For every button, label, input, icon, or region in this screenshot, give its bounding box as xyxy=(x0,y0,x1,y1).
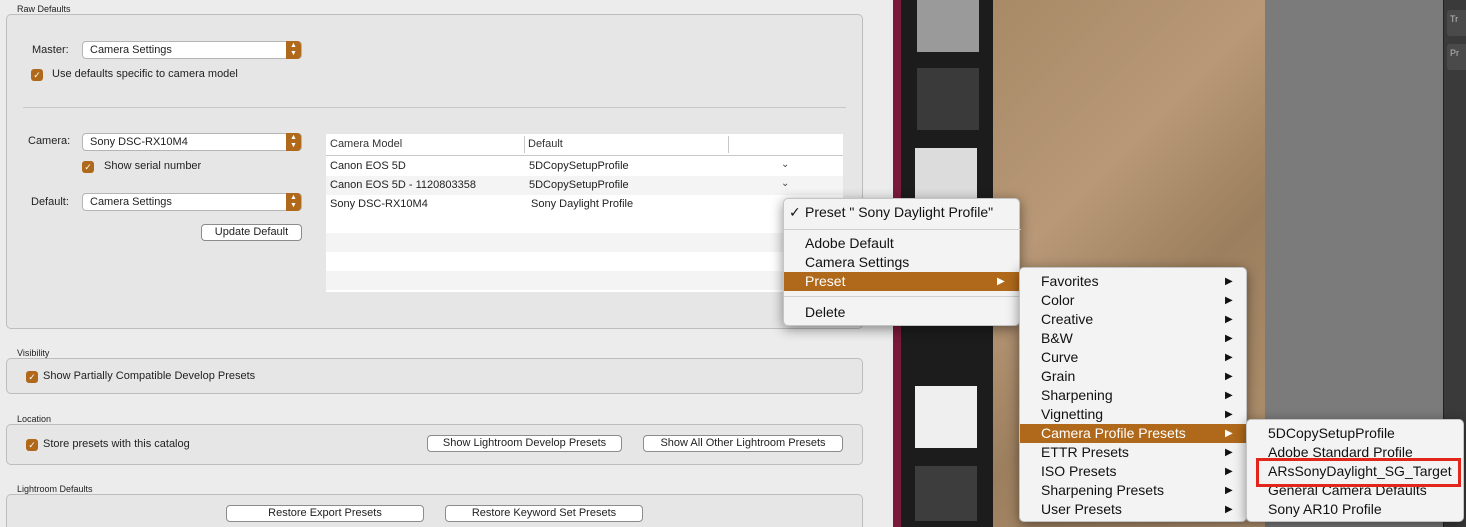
right-panel-tab[interactable]: Tr xyxy=(1447,10,1466,36)
section-divider xyxy=(23,107,846,108)
submenu-arrow-icon: ▶ xyxy=(1225,371,1233,382)
cell-default: 5DCopySetupProfile xyxy=(529,160,629,172)
serial-number-label: Show serial number xyxy=(104,160,202,172)
popup-arrows-icon: ▲ ▼ xyxy=(286,193,301,211)
popup-arrows-icon: ▲ ▼ xyxy=(286,41,301,59)
store-presets-label: Store presets with this catalog xyxy=(43,438,190,450)
menu-separator xyxy=(784,296,1021,297)
column-separator xyxy=(728,136,729,153)
menu-item-camera-profile-presets[interactable]: Camera Profile Presets ▶ xyxy=(1020,424,1248,443)
menu-item-iso-presets[interactable]: ISO Presets ▶ xyxy=(1020,462,1248,481)
chevron-down-icon[interactable]: ⌄ xyxy=(781,159,789,170)
menu-item-user-presets[interactable]: User Presets ▶ xyxy=(1020,500,1248,519)
camera-popup[interactable]: Sony DSC-RX10M4 ▲ ▼ xyxy=(82,133,302,151)
cell-default: Sony Daylight Profile xyxy=(531,198,634,210)
location-title: Location xyxy=(17,414,52,424)
menu-item-sony-ar10-profile[interactable]: Sony AR10 Profile xyxy=(1247,500,1465,519)
cell-camera-model: Canon EOS 5D xyxy=(330,160,406,172)
cell-camera-model: Canon EOS 5D - 1120803358 xyxy=(330,179,476,191)
table-row-empty xyxy=(326,271,843,290)
show-other-presets-button[interactable]: Show All Other Lightroom Presets xyxy=(643,435,843,452)
submenu-arrow-icon: ▶ xyxy=(1225,295,1233,306)
checkmark-icon: ✓ xyxy=(789,204,801,220)
menu-item-sharpening-presets[interactable]: Sharpening Presets ▶ xyxy=(1020,481,1248,500)
camera-defaults-table: Camera Model Default Canon EOS 5D 5DCopy… xyxy=(326,134,843,292)
submenu-arrow-icon: ▶ xyxy=(1225,409,1233,420)
store-presets-checkbox[interactable]: ✓ xyxy=(26,439,38,451)
menu-item-delete[interactable]: Delete xyxy=(784,303,1021,322)
popup-arrows-icon: ▲ ▼ xyxy=(286,133,301,151)
right-panel-tab[interactable]: Pr xyxy=(1447,44,1466,70)
table-row[interactable]: Canon EOS 5D 5DCopySetupProfile ⌄ xyxy=(326,157,843,176)
menu-item-curve[interactable]: Curve ▶ xyxy=(1020,348,1248,367)
restore-keyword-presets-button[interactable]: Restore Keyword Set Presets xyxy=(445,505,643,522)
table-row[interactable]: Sony DSC-RX10M4 Sony Daylight Profile xyxy=(326,195,843,214)
use-defaults-label: Use defaults specific to camera model xyxy=(52,68,238,80)
chevron-down-icon[interactable]: ⌄ xyxy=(781,178,789,189)
menu-item-camera-settings[interactable]: Camera Settings xyxy=(784,253,1021,272)
serial-number-checkbox[interactable]: ✓ xyxy=(82,161,94,173)
update-default-button[interactable]: Update Default xyxy=(201,224,302,241)
submenu-arrow-icon: ▶ xyxy=(997,276,1005,287)
menu-separator xyxy=(784,229,1021,230)
menu-item-preset[interactable]: Preset ▶ xyxy=(784,272,1021,291)
menu-item-5dcopysetupprofile[interactable]: 5DCopySetupProfile xyxy=(1247,424,1465,443)
partially-compatible-checkbox[interactable]: ✓ xyxy=(26,371,38,383)
master-popup-value: Camera Settings xyxy=(90,44,172,56)
submenu-arrow-icon: ▶ xyxy=(1225,314,1233,325)
master-popup[interactable]: Camera Settings ▲ ▼ xyxy=(82,41,302,59)
lightroom-defaults-box xyxy=(6,494,863,527)
menu-item-bw[interactable]: B&W ▶ xyxy=(1020,329,1248,348)
submenu-arrow-icon: ▶ xyxy=(1225,352,1233,363)
visibility-title: Visibility xyxy=(17,348,50,358)
default-popup-value: Camera Settings xyxy=(90,196,172,208)
menu-item-current-preset[interactable]: ✓ Preset " Sony Daylight Profile" xyxy=(784,203,1021,222)
submenu-arrow-icon: ▶ xyxy=(1225,428,1233,439)
menu-item-adobe-default[interactable]: Adobe Default xyxy=(784,234,1021,253)
menu-item-sharpening[interactable]: Sharpening ▶ xyxy=(1020,386,1248,405)
column-header-default[interactable]: Default xyxy=(528,138,563,150)
column-header-camera-model[interactable]: Camera Model xyxy=(330,138,402,150)
menu-item-ettr-presets[interactable]: ETTR Presets ▶ xyxy=(1020,443,1248,462)
preset-submenu: Favorites ▶ Color ▶ Creative ▶ B&W ▶ Curve ▶ … xyxy=(1019,267,1248,522)
column-separator xyxy=(524,136,525,153)
show-develop-presets-button[interactable]: Show Lightroom Develop Presets xyxy=(427,435,622,452)
table-row-empty xyxy=(326,233,843,252)
cell-default: 5DCopySetupProfile xyxy=(529,179,629,191)
menu-item-color[interactable]: Color ▶ xyxy=(1020,291,1248,310)
camera-label: Camera: xyxy=(28,135,71,147)
menu-item-grain[interactable]: Grain ▶ xyxy=(1020,367,1248,386)
cell-camera-model: Sony DSC-RX10M4 xyxy=(330,198,428,210)
menu-item-favorites[interactable]: Favorites ▶ xyxy=(1020,272,1248,291)
table-row[interactable]: Canon EOS 5D - 1120803358 5DCopySetupPro… xyxy=(326,176,843,195)
master-label: Master: xyxy=(32,44,69,56)
lightroom-defaults-title: Lightroom Defaults xyxy=(17,484,93,494)
use-defaults-checkbox[interactable]: ✓ xyxy=(31,69,43,81)
restore-export-presets-button[interactable]: Restore Export Presets xyxy=(226,505,424,522)
submenu-arrow-icon: ▶ xyxy=(1225,485,1233,496)
partially-compatible-label: Show Partially Compatible Develop Preset… xyxy=(43,370,256,382)
default-context-menu: ✓ Preset " Sony Daylight Profile" Adobe … xyxy=(783,198,1021,326)
raw-defaults-title: Raw Defaults xyxy=(17,4,71,14)
menu-item-creative[interactable]: Creative ▶ xyxy=(1020,310,1248,329)
submenu-arrow-icon: ▶ xyxy=(1225,390,1233,401)
table-header: Camera Model Default xyxy=(326,134,843,156)
camera-popup-value: Sony DSC-RX10M4 xyxy=(90,136,188,148)
preferences-panel: Raw Defaults Master: Camera Settings ▲ ▼ … xyxy=(0,0,880,527)
submenu-arrow-icon: ▶ xyxy=(1225,466,1233,477)
default-label: Default: xyxy=(31,196,69,208)
submenu-arrow-icon: ▶ xyxy=(1225,276,1233,287)
menu-item-vignetting[interactable]: Vignetting ▶ xyxy=(1020,405,1248,424)
red-highlight-box xyxy=(1256,458,1461,487)
submenu-arrow-icon: ▶ xyxy=(1225,504,1233,515)
submenu-arrow-icon: ▶ xyxy=(1225,333,1233,344)
default-popup[interactable]: Camera Settings ▲ ▼ xyxy=(82,193,302,211)
submenu-arrow-icon: ▶ xyxy=(1225,447,1233,458)
